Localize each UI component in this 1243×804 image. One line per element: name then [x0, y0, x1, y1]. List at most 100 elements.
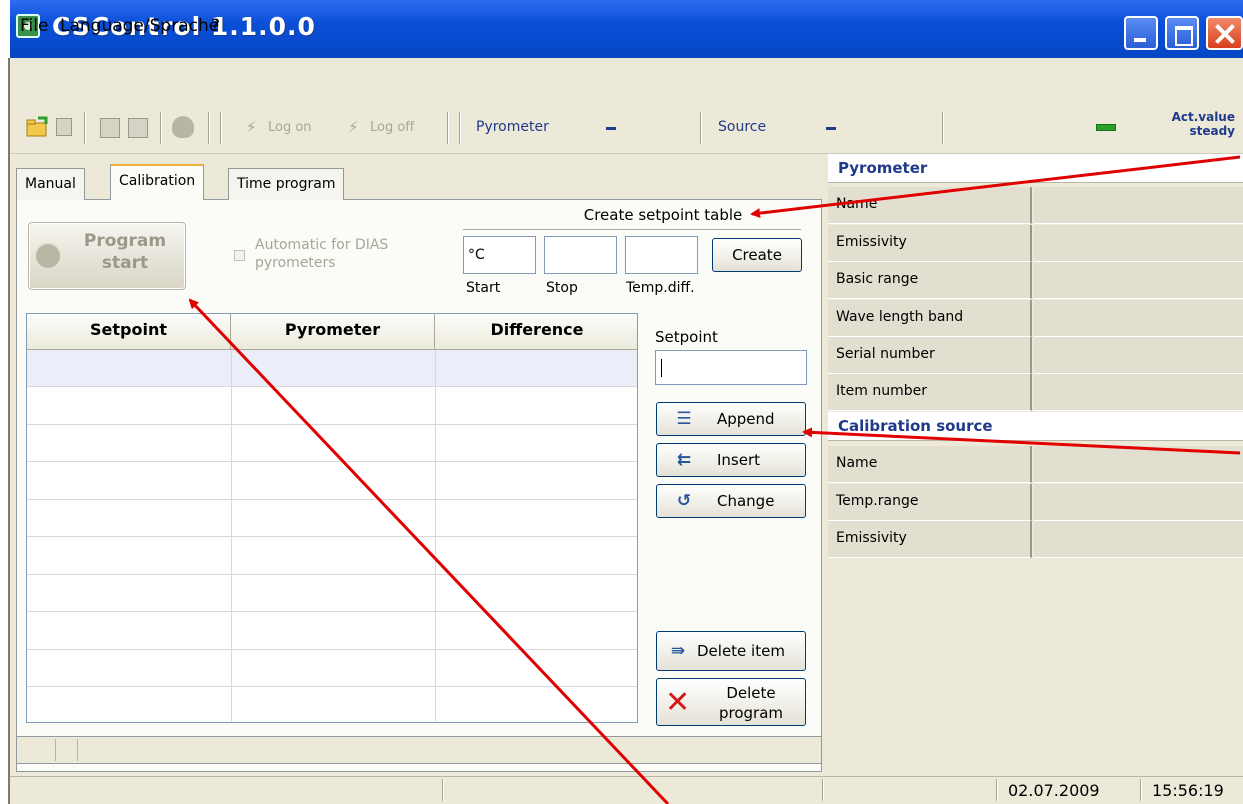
serial-number-value	[1034, 337, 1243, 374]
steady-indicator	[1096, 124, 1116, 131]
source-emissivity-label: Emissivity	[828, 521, 1032, 558]
status-segment-divider	[55, 739, 56, 761]
word-icon[interactable]	[128, 118, 148, 138]
insert-button[interactable]: ⇇ Insert	[656, 443, 806, 477]
status-divider	[1140, 779, 1142, 801]
toolbar-separator	[208, 112, 210, 144]
menu-file[interactable]: File	[20, 16, 48, 36]
pyrometer-status-value	[606, 127, 616, 130]
stop-caption: Stop	[546, 280, 578, 296]
delete-program-button[interactable]: ✕ Delete program	[656, 678, 806, 726]
table-row	[27, 686, 637, 687]
open-folder-icon[interactable]	[26, 116, 48, 138]
create-setpoint-table-title: Create setpoint table	[583, 206, 743, 224]
change-icon: ↺	[676, 491, 692, 511]
source-status-value	[826, 127, 836, 130]
calibration-source-section-title: Calibration source	[828, 412, 1243, 441]
table-row	[27, 536, 637, 537]
append-button[interactable]: ☰ Append	[656, 402, 806, 436]
menu-help[interactable]: ?	[211, 16, 220, 36]
column-header-difference[interactable]: Difference	[435, 314, 637, 350]
insert-label: Insert	[717, 451, 761, 469]
status-divider	[996, 779, 998, 801]
tab-calibration[interactable]: Calibration	[110, 164, 205, 200]
tab-manual[interactable]: Manual	[16, 168, 85, 200]
automatic-dias-label: Automatic for DIAS pyrometers	[255, 237, 389, 271]
toolbar-separator	[220, 112, 222, 144]
append-label: Append	[717, 410, 775, 428]
source-emissivity-value	[1034, 521, 1243, 558]
delete-item-icon: ⇛	[670, 641, 686, 661]
maximize-button[interactable]	[1165, 16, 1199, 50]
serial-number-label: Serial number	[828, 337, 1032, 374]
pyrometer-section-title: Pyrometer	[828, 154, 1243, 183]
log-off-icon: ⚡	[348, 118, 359, 136]
start-caption: Start	[466, 280, 501, 296]
setpoint-input[interactable]	[655, 350, 807, 385]
act-value-status: Act.value steady	[1171, 110, 1235, 138]
status-time: 15:56:19	[1152, 781, 1224, 800]
program-start-label: Program start	[83, 231, 167, 273]
pyrometer-name-label: Name	[828, 187, 1032, 224]
close-button[interactable]	[1206, 16, 1243, 50]
setpoint-table[interactable]: Setpoint Pyrometer Difference	[26, 313, 638, 723]
log-off-button[interactable]: Log off	[370, 120, 414, 135]
toolbar-separator	[459, 112, 461, 144]
automatic-dias-checkbox[interactable]	[234, 250, 245, 261]
basic-range-value	[1034, 262, 1243, 299]
pyrometer-status-label: Pyrometer	[476, 119, 549, 135]
table-row	[27, 386, 637, 387]
delete-item-button[interactable]: ⇛ Delete item	[656, 631, 806, 671]
minimize-button[interactable]	[1124, 16, 1158, 50]
insert-icon: ⇇	[676, 450, 692, 470]
delete-item-label: Delete item	[697, 642, 785, 660]
table-row	[27, 649, 637, 650]
menu-language[interactable]: Language/Sprache	[60, 16, 219, 36]
log-on-button[interactable]: Log on	[268, 120, 312, 135]
create-button[interactable]: Create	[712, 238, 802, 272]
table-row	[27, 499, 637, 500]
temp-range-value	[1034, 484, 1243, 521]
temp-diff-caption: Temp.diff.	[626, 280, 695, 296]
table-row	[27, 424, 637, 425]
wave-length-band-value	[1034, 300, 1243, 337]
table-row	[27, 461, 637, 462]
log-on-icon: ⚡	[246, 118, 257, 136]
table-row	[27, 611, 637, 612]
wave-length-band-label: Wave length band	[828, 300, 1032, 337]
toolbar	[10, 106, 1243, 154]
settings-icon[interactable]	[172, 116, 194, 138]
status-segment-divider	[77, 739, 78, 761]
change-button[interactable]: ↺ Change	[656, 484, 806, 518]
tab-status-strip	[16, 736, 822, 764]
start-input[interactable]: °C	[463, 236, 536, 274]
delete-program-label: Delete program	[718, 684, 784, 722]
pyrometer-emissivity-label: Emissivity	[828, 225, 1032, 262]
item-number-value	[1034, 374, 1243, 411]
play-icon	[34, 242, 62, 270]
pyrometer-name-value	[1034, 187, 1243, 224]
toolbar-separator	[942, 112, 944, 144]
item-number-label: Item number	[828, 374, 1032, 411]
excel-icon[interactable]	[100, 118, 120, 138]
toolbar-separator	[84, 112, 86, 144]
toolbar-separator	[160, 112, 162, 144]
append-icon: ☰	[676, 409, 692, 429]
temp-diff-input[interactable]	[625, 236, 698, 274]
status-date: 02.07.2009	[1008, 781, 1100, 800]
column-header-pyrometer[interactable]: Pyrometer	[231, 314, 435, 350]
basic-range-label: Basic range	[828, 262, 1032, 299]
table-row-selected[interactable]	[27, 350, 637, 386]
delete-program-icon: ✕	[665, 685, 691, 720]
stop-icon[interactable]	[56, 118, 72, 136]
menu-bar	[10, 58, 1243, 106]
setpoint-label: Setpoint	[655, 328, 718, 346]
source-name-value	[1034, 446, 1243, 483]
table-row	[27, 574, 637, 575]
source-status-label: Source	[718, 119, 767, 135]
column-header-setpoint[interactable]: Setpoint	[27, 314, 231, 350]
toolbar-separator	[447, 112, 449, 144]
stop-input[interactable]	[544, 236, 617, 274]
change-label: Change	[717, 492, 775, 510]
tab-time-program[interactable]: Time program	[228, 168, 345, 200]
